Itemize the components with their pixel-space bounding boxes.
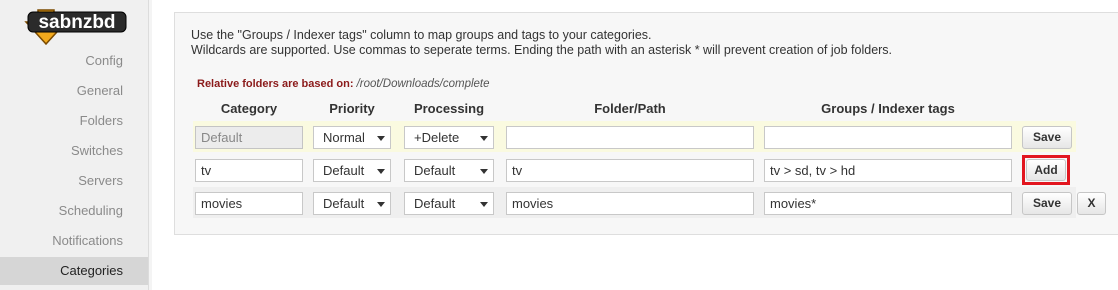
delete-button[interactable]: X	[1077, 192, 1106, 215]
sidebar-item-scheduling[interactable]: Scheduling	[0, 197, 148, 225]
sidebar-item-general[interactable]: General	[0, 77, 148, 105]
column-header-priority: Priority	[329, 101, 375, 116]
add-button[interactable]: Add	[1026, 159, 1066, 181]
priority-value: Default	[323, 163, 365, 178]
column-header-groups-tags: Groups / Indexer tags	[821, 101, 955, 116]
sabnzbd-logo[interactable]: sabnzbd	[18, 6, 130, 46]
chevron-down-icon	[480, 169, 488, 174]
sidebar: sabnzbd Config General Folders Switches …	[0, 0, 152, 290]
sidebar-item-notifications[interactable]: Notifications	[0, 227, 148, 255]
groups-tags-field[interactable]	[764, 126, 1012, 149]
priority-select[interactable]: Normal	[313, 126, 391, 149]
relative-folders-note: Relative folders are based on: /root/Dow…	[197, 78, 490, 90]
sidebar-item-servers[interactable]: Servers	[0, 167, 148, 195]
sidebar-item-config[interactable]: Config	[0, 47, 148, 75]
intro-line-2: Wildcards are supported. Use commas to s…	[191, 43, 893, 57]
processing-select[interactable]: Default	[404, 159, 494, 182]
priority-select[interactable]: Default	[313, 192, 391, 215]
priority-value: Default	[323, 196, 365, 211]
relative-folders-path: /root/Downloads/complete	[356, 78, 490, 90]
save-button[interactable]: Save	[1022, 192, 1072, 215]
processing-select[interactable]: +Delete	[404, 126, 494, 149]
category-name-field[interactable]: movies	[195, 192, 303, 215]
column-header-processing: Processing	[413, 101, 485, 116]
sidebar-item-folders[interactable]: Folders	[0, 107, 148, 135]
folder-path-field[interactable]	[506, 126, 754, 149]
priority-value: Normal	[323, 130, 365, 145]
category-name-field[interactable]: tv	[195, 159, 303, 182]
groups-tags-field[interactable]: movies*	[764, 192, 1012, 215]
priority-select[interactable]: Default	[313, 159, 391, 182]
chevron-down-icon	[480, 136, 488, 141]
processing-value: +Delete	[414, 130, 460, 145]
categories-panel: Use the "Groups / Indexer tags" column t…	[174, 12, 1118, 235]
column-header-category: Category	[220, 101, 278, 116]
processing-value: Default	[414, 163, 456, 178]
chevron-down-icon	[480, 202, 488, 207]
intro-line-1: Use the "Groups / Indexer tags" column t…	[191, 28, 652, 42]
processing-select[interactable]: Default	[404, 192, 494, 215]
column-header-folder-path: Folder/Path	[594, 101, 666, 116]
folder-path-field[interactable]: movies	[506, 192, 754, 215]
folder-path-field[interactable]: tv	[506, 159, 754, 182]
sidebar-item-switches[interactable]: Switches	[0, 137, 148, 165]
chevron-down-icon	[377, 169, 385, 174]
processing-value: Default	[414, 196, 456, 211]
sidebar-item-categories[interactable]: Categories	[0, 257, 148, 285]
groups-tags-field[interactable]: tv > sd, tv > hd	[764, 159, 1012, 182]
save-button[interactable]: Save	[1022, 126, 1072, 149]
svg-text:sabnzbd: sabnzbd	[38, 12, 115, 33]
chevron-down-icon	[377, 136, 385, 141]
relative-folders-label: Relative folders are based on:	[197, 78, 354, 90]
intro-text: Use the "Groups / Indexer tags" column t…	[191, 28, 892, 58]
category-name-field: Default	[195, 126, 303, 149]
chevron-down-icon	[377, 202, 385, 207]
